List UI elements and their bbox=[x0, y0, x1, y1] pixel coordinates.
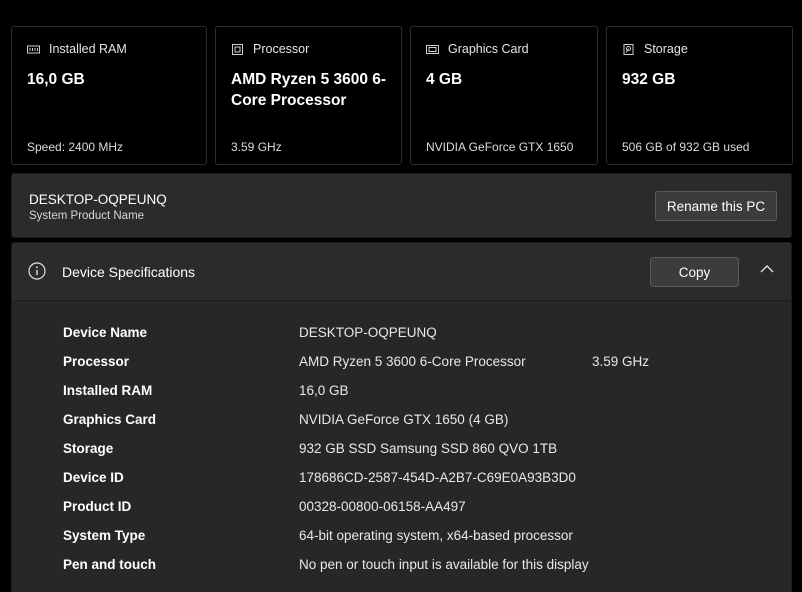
system-about-page: Installed RAM 16,0 GB Speed: 2400 MHz Pr… bbox=[0, 0, 802, 592]
card-header: Installed RAM bbox=[27, 42, 127, 56]
spec-row-pen-and-touch: Pen and touch No pen or touch input is a… bbox=[12, 555, 791, 584]
pc-product-name: System Product Name bbox=[29, 210, 145, 222]
card-value: AMD Ryzen 5 3600 6-Core Processor bbox=[231, 71, 387, 109]
spec-value: AMD Ryzen 5 3600 6-Core Processor bbox=[299, 354, 526, 369]
spec-row-system-type: System Type 64-bit operating system, x64… bbox=[12, 526, 791, 555]
card-title: Processor bbox=[253, 42, 310, 56]
spec-row-device-name: Device Name DESKTOP-OQPEUNQ bbox=[12, 323, 791, 352]
spec-label: Device Name bbox=[63, 325, 148, 340]
spec-list: Device Name DESKTOP-OQPEUNQ Processor AM… bbox=[12, 323, 791, 584]
spec-value: 932 GB SSD Samsung SSD 860 QVO 1TB bbox=[299, 441, 558, 456]
pc-name: DESKTOP-OQPEUNQ bbox=[29, 192, 167, 207]
card-title: Installed RAM bbox=[49, 42, 127, 56]
device-specifications-panel: Device Specifications Copy Device Name D… bbox=[11, 242, 792, 592]
card-header: Graphics Card bbox=[426, 42, 529, 56]
spec-row-storage: Storage 932 GB SSD Samsung SSD 860 QVO 1… bbox=[12, 439, 791, 468]
spec-row-installed-ram: Installed RAM 16,0 GB bbox=[12, 381, 791, 410]
spec-row-product-id: Product ID 00328-00800-06158-AA497 bbox=[12, 497, 791, 526]
processor-card: Processor AMD Ryzen 5 3600 6-Core Proces… bbox=[215, 26, 402, 165]
spec-label: Pen and touch bbox=[63, 557, 157, 572]
spec-extra-value: 3.59 GHz bbox=[592, 354, 650, 369]
copy-button[interactable]: Copy bbox=[650, 257, 739, 287]
card-subtitle: 3.59 GHz bbox=[231, 140, 282, 154]
card-subtitle: Speed: 2400 MHz bbox=[27, 140, 124, 154]
pc-name-panel: DESKTOP-OQPEUNQ System Product Name Rena… bbox=[11, 173, 792, 238]
card-header: Processor bbox=[231, 42, 309, 56]
card-value: 932 GB bbox=[622, 71, 676, 88]
processor-icon bbox=[231, 43, 244, 55]
spec-row-graphics-card: Graphics Card NVIDIA GeForce GTX 1650 (4… bbox=[12, 410, 791, 439]
card-value: 4 GB bbox=[426, 71, 463, 88]
card-title: Storage bbox=[644, 42, 688, 56]
chevron-up-icon[interactable] bbox=[760, 264, 774, 274]
spec-row-processor: Processor AMD Ryzen 5 3600 6-Core Proces… bbox=[12, 352, 791, 381]
installed-ram-card: Installed RAM 16,0 GB Speed: 2400 MHz bbox=[11, 26, 207, 165]
storage-icon bbox=[622, 43, 635, 55]
graphics-card-icon bbox=[426, 44, 439, 55]
spec-value: 16,0 GB bbox=[299, 383, 349, 398]
card-subtitle: NVIDIA GeForce GTX 1650 bbox=[426, 140, 574, 154]
device-specifications-header[interactable]: Device Specifications Copy bbox=[12, 243, 791, 301]
card-subtitle: 506 GB of 932 GB used bbox=[622, 140, 750, 154]
spec-value: No pen or touch input is available for t… bbox=[299, 557, 589, 572]
spec-label: Storage bbox=[63, 441, 114, 456]
spec-row-device-id: Device ID 178686CD-2587-454D-A2B7-C69E0A… bbox=[12, 468, 791, 497]
spec-label: Graphics Card bbox=[63, 412, 157, 427]
device-specifications-title: Device Specifications bbox=[62, 264, 196, 280]
card-header: Storage bbox=[622, 42, 688, 56]
spec-label: Device ID bbox=[63, 470, 124, 485]
spec-value: 64-bit operating system, x64-based proce… bbox=[299, 528, 573, 543]
spec-value: NVIDIA GeForce GTX 1650 (4 GB) bbox=[299, 412, 509, 427]
card-value: 16,0 GB bbox=[27, 71, 85, 88]
ram-icon bbox=[27, 44, 40, 55]
rename-pc-button[interactable]: Rename this PC bbox=[655, 191, 777, 221]
info-icon bbox=[28, 262, 46, 280]
storage-card: Storage 932 GB 506 GB of 932 GB used bbox=[606, 26, 793, 165]
spec-label: Product ID bbox=[63, 499, 132, 514]
spec-label: Installed RAM bbox=[63, 383, 153, 398]
spec-label: System Type bbox=[63, 528, 146, 543]
spec-value: 178686CD-2587-454D-A2B7-C69E0A93B3D0 bbox=[299, 470, 576, 485]
spec-value: 00328-00800-06158-AA497 bbox=[299, 499, 466, 514]
graphics-card-card: Graphics Card 4 GB NVIDIA GeForce GTX 16… bbox=[410, 26, 598, 165]
card-title: Graphics Card bbox=[448, 42, 529, 56]
spec-label: Processor bbox=[63, 354, 130, 369]
spec-value: DESKTOP-OQPEUNQ bbox=[299, 325, 437, 340]
